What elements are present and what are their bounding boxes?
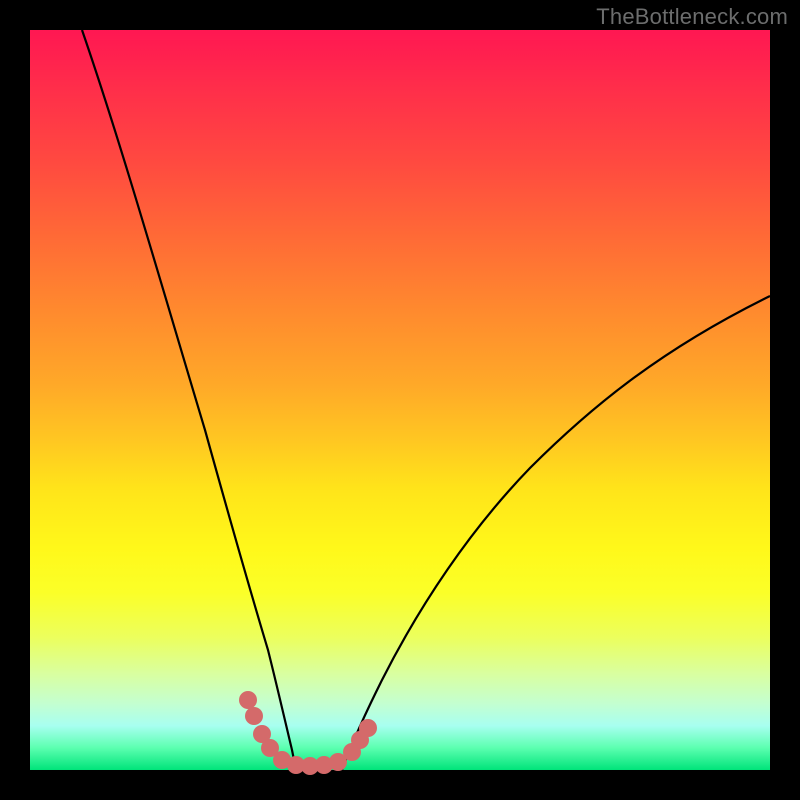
curve-layer	[30, 30, 770, 770]
watermark-text: TheBottleneck.com	[596, 4, 788, 30]
right-curve	[342, 296, 770, 770]
left-curve	[82, 30, 296, 770]
plot-area	[30, 30, 770, 770]
chart-frame: TheBottleneck.com	[0, 0, 800, 800]
dotted-segment	[239, 691, 377, 775]
